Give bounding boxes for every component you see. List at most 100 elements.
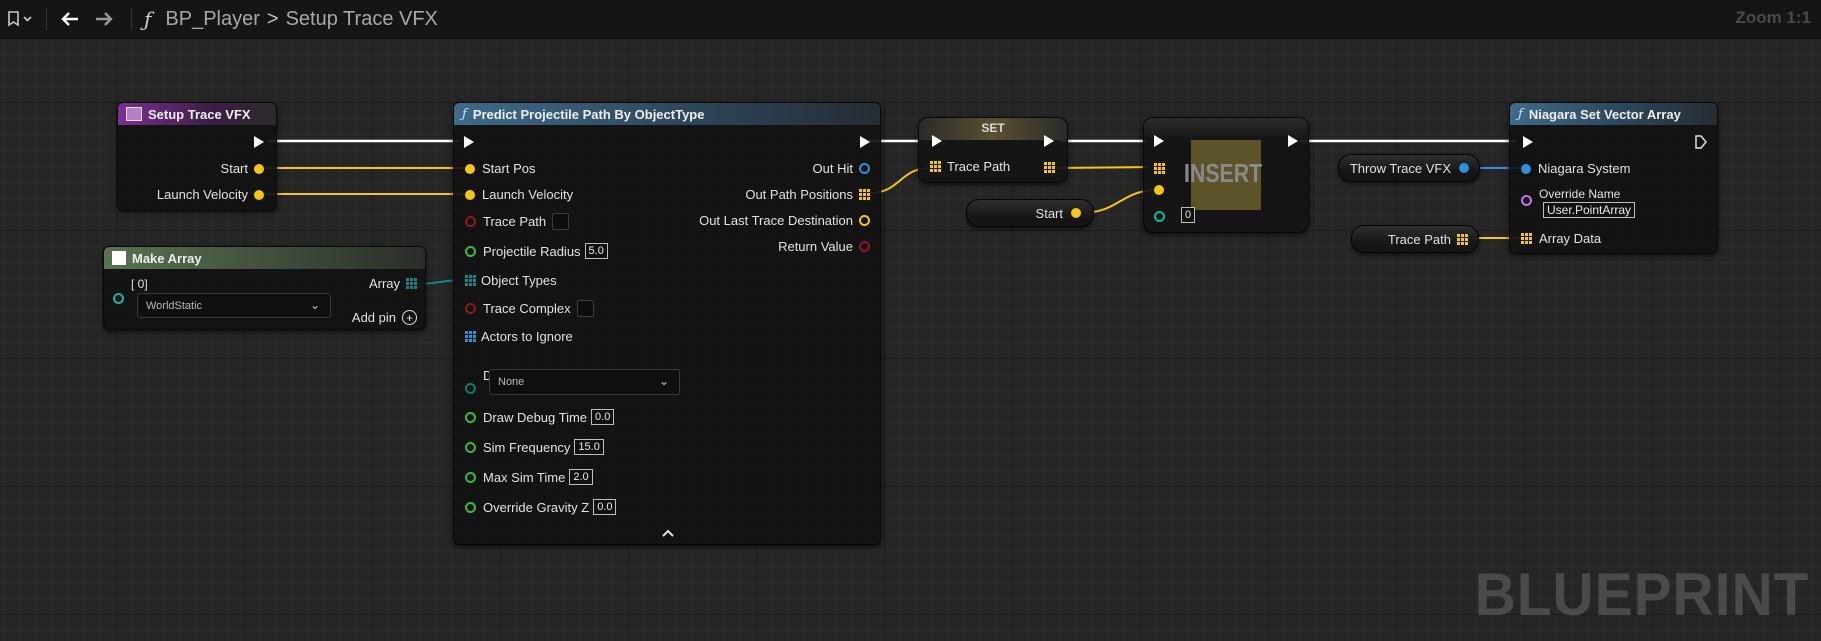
exec-out-pin[interactable]	[1288, 135, 1298, 147]
arrow-left-icon	[61, 12, 78, 26]
array-insert-node[interactable]: INSERT 0	[1143, 117, 1309, 233]
int-pin-icon[interactable]	[1154, 211, 1165, 222]
bool-pin-icon	[465, 303, 476, 314]
pin-label: Sim Frequency	[483, 439, 571, 455]
array-data-input-pin[interactable]: Array Data	[1521, 231, 1601, 246]
predict-projectile-path-node[interactable]: ƒ Predict Projectile Path By ObjectType …	[453, 102, 881, 545]
trace-path-variable-node[interactable]: Trace Path	[1351, 225, 1479, 253]
pin-label: Out Path Positions	[745, 187, 853, 202]
exec-in-pin[interactable]	[464, 136, 474, 148]
array-grid-icon[interactable]	[1154, 163, 1165, 174]
array-grid-icon[interactable]	[1044, 162, 1055, 173]
pin-label: Out Last Trace Destination	[699, 213, 853, 228]
sim-frequency-input-pin[interactable]: Sim Frequency 15.0	[465, 439, 604, 455]
return-value-output-pin[interactable]: Return Value	[778, 239, 870, 254]
vector-pin-icon	[254, 163, 264, 174]
add-pin-button[interactable]: Add pin +	[352, 310, 417, 325]
function-icon: ƒ	[144, 7, 152, 31]
node-header: Setup Trace VFX	[118, 103, 276, 125]
array-grid-icon	[406, 278, 417, 289]
pin-label: Override Gravity Z	[483, 499, 590, 515]
array-grid-icon	[1521, 233, 1532, 244]
array-grid-icon	[465, 331, 476, 342]
struct-pin-icon	[859, 163, 870, 174]
zoom-level: Zoom 1:1	[1735, 8, 1811, 27]
trace-complex-checkbox[interactable]	[576, 300, 594, 317]
bool-pin-icon	[859, 241, 870, 252]
dropdown-value: WorldStatic	[146, 299, 203, 312]
niagara-set-vector-array-node[interactable]: ƒ Niagara Set Vector Array Niagara Syste…	[1509, 102, 1718, 254]
throw-trace-vfx-variable-node[interactable]: Throw Trace VFX	[1338, 154, 1480, 182]
override-gravity-z-field[interactable]: 0.0	[593, 499, 617, 515]
array-output-pin[interactable]: Array	[369, 276, 417, 291]
launch-velocity-input-pin[interactable]: Launch Velocity	[465, 187, 573, 202]
vector-pin-icon	[465, 163, 475, 174]
node-header: ƒ Niagara Set Vector Array	[1510, 103, 1717, 125]
draw-debug-time-input-pin[interactable]: Draw Debug Time 0.0	[465, 409, 615, 425]
projectile-radius-input-pin[interactable]: Projectile Radius 5.0	[465, 243, 608, 259]
pin-label: Override Name	[1539, 187, 1621, 201]
set-trace-path-node[interactable]: SET Trace Path	[918, 117, 1068, 183]
out-last-trace-destination-output-pin[interactable]: Out Last Trace Destination	[699, 213, 870, 228]
draw-debug-type-dropdown[interactable]: None ⌄	[489, 369, 680, 395]
pin-label: Trace Path	[483, 214, 547, 229]
max-sim-time-input-pin[interactable]: Max Sim Time 2.0	[465, 469, 593, 485]
event-node-setup-trace-vfx[interactable]: Setup Trace VFX Start Launch Velocity	[117, 102, 277, 211]
exec-out-pin[interactable]	[254, 136, 264, 148]
out-hit-output-pin[interactable]: Out Hit	[813, 161, 870, 176]
insert-index-field[interactable]: 0	[1181, 207, 1196, 223]
insert-label: INSERT	[1184, 158, 1263, 188]
array-grid-icon	[1457, 233, 1468, 245]
pin-label: Projectile Radius	[483, 243, 581, 259]
toolbar-divider	[46, 8, 47, 30]
array-grid-icon	[859, 189, 870, 200]
start-variable-node[interactable]: Start	[966, 199, 1094, 227]
exec-in-pin[interactable]	[1154, 135, 1164, 147]
node-header	[1144, 118, 1308, 138]
breadcrumb-root[interactable]: BP_Player	[165, 8, 260, 31]
override-gravity-z-input-pin[interactable]: Override Gravity Z 0.0	[465, 499, 617, 515]
exec-in-pin[interactable]	[932, 135, 942, 147]
arrow-right-icon	[96, 12, 113, 26]
sim-frequency-field[interactable]: 15.0	[574, 439, 604, 455]
pin-label: Out Hit	[812, 161, 853, 176]
make-array-node[interactable]: Make Array [ 0] WorldStatic ⌄ Array Add …	[103, 246, 426, 330]
start-output-pin[interactable]: Start	[221, 161, 264, 176]
breadcrumb-current[interactable]: Setup Trace VFX	[286, 8, 438, 31]
forward-button[interactable]	[87, 0, 121, 38]
object-types-input-pin[interactable]: Object Types	[465, 273, 557, 288]
trace-path-input-pin[interactable]: Trace Path	[930, 159, 1010, 174]
override-name-input-pin[interactable]: Override Name User.PointArray	[1521, 187, 1636, 218]
max-sim-time-field[interactable]: 2.0	[569, 469, 593, 485]
float-pin-icon	[465, 411, 476, 423]
exec-out-pin[interactable]	[1044, 135, 1054, 147]
projectile-radius-field[interactable]: 5.0	[584, 243, 608, 259]
out-path-positions-output-pin[interactable]: Out Path Positions	[745, 187, 870, 202]
object-type-dropdown[interactable]: WorldStatic ⌄	[137, 293, 331, 318]
draw-debug-time-field[interactable]: 0.0	[591, 409, 615, 425]
niagara-system-input-pin[interactable]: Niagara System	[1521, 161, 1630, 176]
actors-to-ignore-input-pin[interactable]: Actors to Ignore	[465, 329, 573, 344]
start-pos-input-pin[interactable]: Start Pos	[465, 161, 535, 176]
vector-pin-icon[interactable]	[1154, 185, 1164, 195]
node-header: Make Array	[104, 247, 425, 269]
trace-complex-input-pin[interactable]: Trace Complex	[465, 300, 594, 317]
override-name-field[interactable]: User.PointArray	[1543, 202, 1636, 218]
trace-path-checkbox[interactable]	[552, 213, 570, 230]
event-icon	[126, 107, 142, 121]
exec-out-pin[interactable]	[860, 136, 870, 148]
launch-velocity-output-pin[interactable]: Launch Velocity	[157, 187, 264, 202]
node-title: Predict Projectile Path By ObjectType	[472, 106, 705, 122]
object-pin-icon[interactable]	[113, 293, 124, 304]
array-index-label: [ 0]	[131, 277, 148, 291]
exec-in-pin[interactable]	[1523, 136, 1533, 148]
chevron-down-icon: ⌄	[658, 374, 669, 388]
vector-pin-icon	[465, 189, 475, 200]
chevron-down-icon: ⌄	[309, 298, 320, 312]
trace-path-input-pin[interactable]: Trace Path	[465, 213, 570, 230]
chevron-up-icon[interactable]	[661, 528, 675, 538]
float-pin-icon	[465, 441, 476, 453]
bookmark-dropdown-button[interactable]	[0, 0, 40, 38]
back-button[interactable]	[53, 0, 87, 38]
exec-out-pin-icon[interactable]	[1695, 135, 1707, 149]
